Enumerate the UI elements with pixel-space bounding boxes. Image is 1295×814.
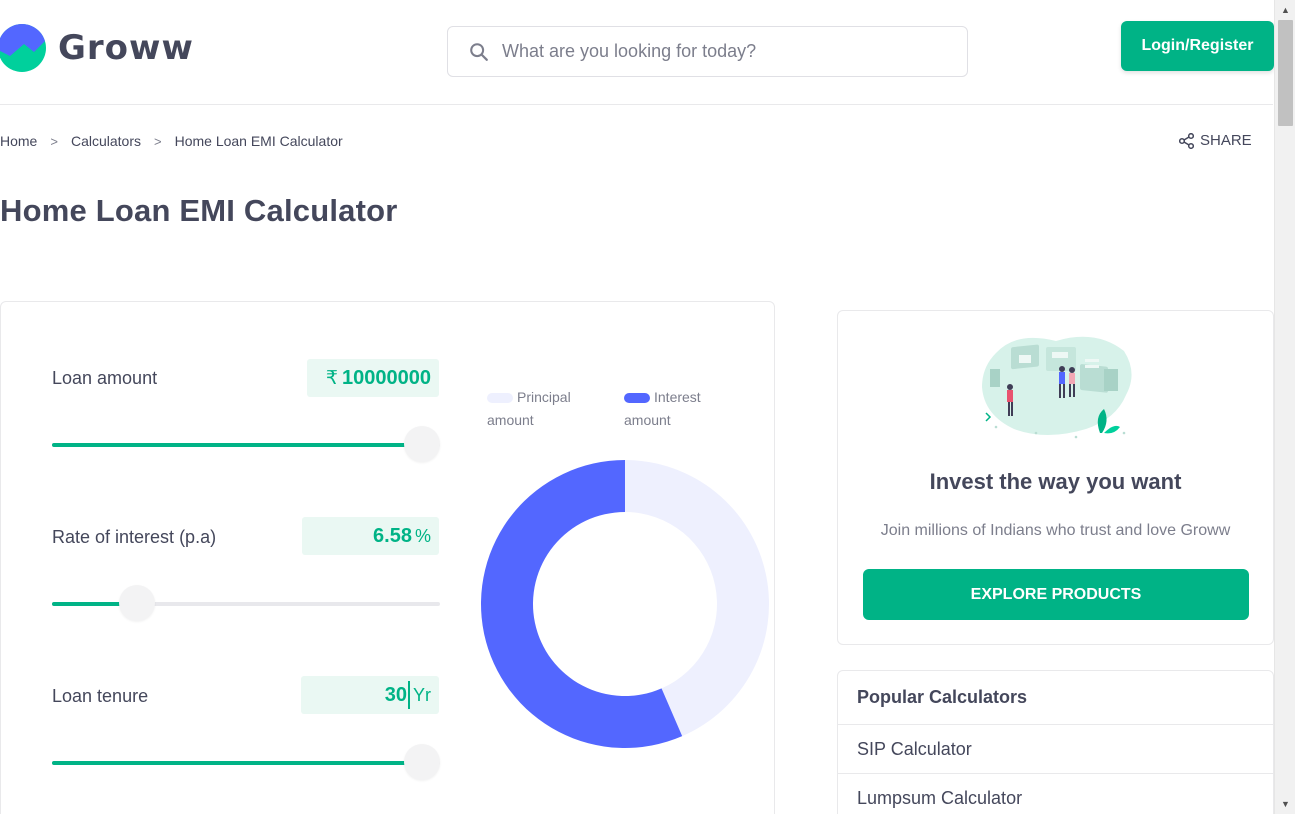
interest-rate-slider[interactable] xyxy=(52,585,440,621)
loan-amount-slider-fill xyxy=(52,443,422,447)
loan-amount-label: Loan amount xyxy=(52,368,158,388)
site-header: Groww Login/Register xyxy=(0,0,1274,105)
share-button[interactable]: SHARE xyxy=(1179,132,1252,149)
loan-tenure-slider-fill xyxy=(52,761,422,765)
groww-logo[interactable]: Groww xyxy=(0,24,194,72)
scroll-down-arrow-icon[interactable]: ▼ xyxy=(1275,796,1295,812)
list-item-sip-calculator[interactable]: SIP Calculator xyxy=(838,725,1273,774)
loan-tenure-value: 30 xyxy=(384,683,407,706)
emi-breakdown-donut-chart xyxy=(481,460,770,748)
page-title: Home Loan EMI Calculator xyxy=(0,193,398,228)
legend-interest-swatch xyxy=(624,393,650,404)
legend-interest: Interest amount xyxy=(624,386,724,432)
text-cursor xyxy=(408,681,410,709)
promo-title: Invest the way you want xyxy=(929,469,1182,494)
breadcrumb-separator: > xyxy=(153,133,162,149)
interest-rate-slider-handle[interactable] xyxy=(119,585,156,621)
scrollbar-thumb[interactable] xyxy=(1278,20,1293,126)
search-bar[interactable] xyxy=(447,26,968,77)
loan-amount-value: 10000000 xyxy=(342,366,431,389)
loan-tenure-label: Loan tenure xyxy=(52,686,149,706)
search-icon xyxy=(470,42,488,61)
breadcrumb-calculators[interactable]: Calculators xyxy=(71,133,141,149)
explore-products-button[interactable]: EXPLORE PRODUCTS xyxy=(863,569,1249,620)
login-register-button[interactable]: Login/Register xyxy=(1121,21,1274,71)
breadcrumb-current: Home Loan EMI Calculator xyxy=(174,133,343,149)
scroll-up-arrow-icon[interactable]: ▲ xyxy=(1275,2,1295,18)
breadcrumb-separator: > xyxy=(50,133,58,149)
list-item-lumpsum-calculator[interactable]: Lumpsum Calculator xyxy=(838,774,1273,814)
people-gallery-illustration-icon xyxy=(982,336,1132,439)
brand-name: Groww xyxy=(58,28,194,68)
legend-principal: Principal amount xyxy=(487,386,597,432)
interest-rate-unit: % xyxy=(414,525,431,546)
currency-symbol: ₹ xyxy=(325,367,339,389)
page-scrollbar[interactable]: ▲ ▼ xyxy=(1274,0,1295,814)
breadcrumb: Home > Calculators > Home Loan EMI Calcu… xyxy=(0,133,343,149)
search-input[interactable] xyxy=(502,41,942,62)
interest-rate-input[interactable]: 6.58 % xyxy=(302,517,439,555)
share-icon xyxy=(1179,132,1194,149)
groww-logo-icon xyxy=(0,24,46,72)
invest-promo-card: Invest the way you want Join millions of… xyxy=(837,310,1274,645)
interest-rate-value: 6.58 xyxy=(373,524,412,547)
promo-subtitle: Join millions of Indians who trust and l… xyxy=(880,522,1231,539)
popular-calculators-title: Popular Calculators xyxy=(838,671,1273,725)
share-label: SHARE xyxy=(1200,132,1252,149)
loan-amount-input[interactable]: ₹ 10000000 xyxy=(307,359,439,397)
loan-amount-slider[interactable] xyxy=(52,426,440,462)
popular-calculators-card: Popular Calculators SIP Calculator Lumps… xyxy=(837,670,1274,814)
breadcrumb-home[interactable]: Home xyxy=(0,133,37,149)
interest-rate-label: Rate of interest (p.a) xyxy=(52,527,217,547)
legend-principal-swatch xyxy=(487,393,513,404)
loan-tenure-slider[interactable] xyxy=(52,744,440,780)
loan-tenure-slider-handle[interactable] xyxy=(404,744,440,780)
loan-tenure-input[interactable]: 30 Yr xyxy=(301,676,439,714)
loan-tenure-unit: Yr xyxy=(413,684,431,705)
loan-amount-slider-handle[interactable] xyxy=(404,426,440,462)
